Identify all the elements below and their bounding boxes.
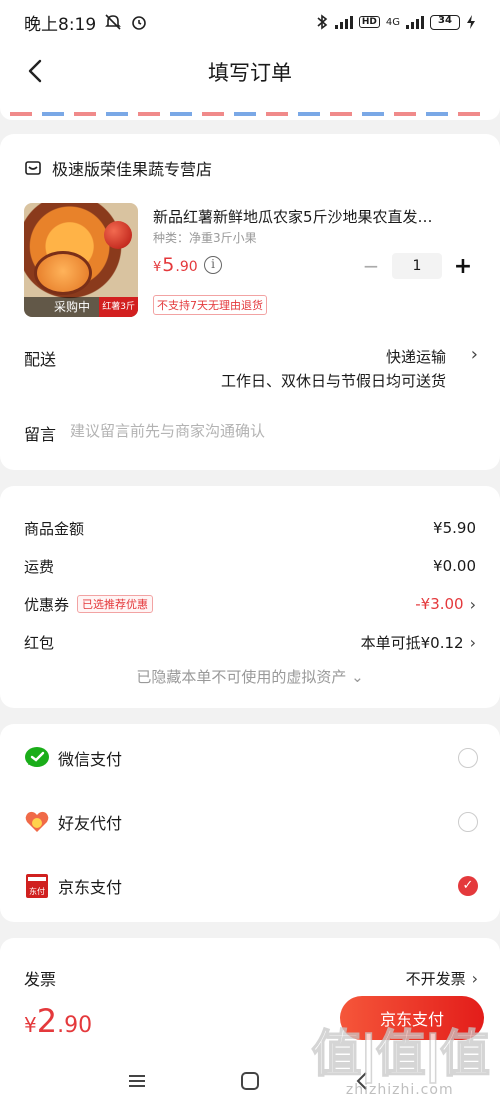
radio-wechat[interactable] [458, 748, 478, 768]
network-type: 4G [385, 16, 400, 28]
payment-card: 微信支付 好友代付 东付 京东支付 ✓ [0, 724, 500, 922]
price-info-icon[interactable]: i [204, 256, 222, 274]
increase-button[interactable]: + [448, 254, 478, 279]
alarm-icon [132, 16, 146, 30]
total-integer: 2 [36, 1002, 58, 1040]
battery-icon: 34 [430, 14, 460, 30]
hd-icon: HD [358, 16, 380, 28]
jd-pay-logo-text: 东付 [29, 887, 45, 896]
payment-label-wechat: 微信支付 [58, 750, 123, 769]
payment-option-friend[interactable]: 好友代付 [24, 802, 478, 842]
friend-pay-icon [24, 809, 50, 835]
price-symbol: ¥ [153, 260, 162, 275]
red-packet-label: 红包 [24, 633, 55, 652]
product-name[interactable]: 新品红薯新鲜地瓜农家5斤沙地果农直发… [153, 206, 471, 227]
shop-header[interactable]: 极速版荣佳果蔬专营店 [24, 156, 212, 180]
back-arrow-icon[interactable] [22, 56, 52, 86]
wechat-pay-icon [24, 745, 50, 771]
watermark: 值|值|值 zhizhizhi.com [311, 1025, 491, 1098]
image-price-tag: 红薯3斤 [99, 297, 138, 317]
payment-option-wechat[interactable]: 微信支付 [24, 738, 478, 778]
return-policy-badge: 不支持7天无理由退货 [153, 295, 267, 315]
red-packet-chevron-icon[interactable]: › [470, 633, 476, 652]
hidden-assets-toggle[interactable]: 已隐藏本单不可使用的虚拟资产 ⌄ [0, 666, 500, 687]
quantity-stepper: − 1 + [356, 253, 478, 279]
goods-amount-value: ¥5.90 [433, 519, 476, 537]
purchasing-tag: 采购中 [54, 300, 91, 314]
shipping-value: ¥0.00 [433, 557, 476, 575]
battery-level: 34 [438, 14, 452, 26]
goods-amount-label: 商品金额 [24, 519, 85, 538]
red-packet-row[interactable]: 红包 本单可抵¥0.12 › [24, 630, 476, 654]
status-time: 晚上8:19 [24, 14, 97, 35]
amount-card: 商品金额 ¥5.90 运费 ¥0.00 优惠券 已选推荐优惠 -¥3.00 › … [0, 486, 500, 708]
shipping-row: 运费 ¥0.00 [24, 554, 476, 578]
invoice-value: 不开发票 [405, 969, 466, 988]
total-symbol: ¥ [24, 1013, 37, 1037]
delivery-note: 工作日、双休日与节假日均可送货 [220, 372, 446, 390]
coupon-label: 优惠券 [24, 595, 70, 614]
payment-label-friend: 好友代付 [58, 814, 123, 833]
shipping-label: 运费 [24, 557, 55, 576]
coupon-row[interactable]: 优惠券 已选推荐优惠 -¥3.00 › [24, 592, 476, 616]
coupon-value: -¥3.00 [415, 595, 464, 613]
red-packet-value: 本单可抵¥0.12 [360, 633, 464, 652]
watermark-url: zhizhizhi.com [345, 1082, 454, 1098]
payment-label-jd: 京东支付 [58, 878, 123, 897]
total-price: ¥ 2 .90 [24, 1002, 92, 1040]
radio-friend[interactable] [458, 812, 478, 832]
radio-jd-checked[interactable]: ✓ [458, 876, 478, 896]
status-bar: 晚上8:19 HD 4G 34 [0, 0, 500, 44]
product-image[interactable]: 采购中 红薯3斤 [24, 203, 138, 317]
page-title: 填写订单 [208, 61, 292, 85]
watermark-logo: 值|值|值 [311, 1025, 491, 1083]
sweet-potato-graphic [34, 251, 92, 295]
remark-label: 留言 [24, 425, 57, 444]
signal-icon [334, 15, 353, 29]
invoice-label: 发票 [24, 970, 57, 989]
home-icon[interactable] [239, 1070, 261, 1092]
decrease-button[interactable]: − [356, 254, 386, 278]
charging-icon [467, 15, 475, 29]
shop-name: 极速版荣佳果蔬专营店 [52, 160, 213, 179]
signal-icon-2 [406, 15, 424, 29]
shop-card: 极速版荣佳果蔬专营店 采购中 红薯3斤 新品红薯新鲜地瓜农家5斤沙地果农直发… … [0, 134, 500, 470]
mute-icon [105, 14, 122, 30]
tomato-graphic [104, 221, 132, 249]
total-decimal: .90 [57, 1013, 93, 1038]
delivery-chevron-icon[interactable]: › [471, 344, 478, 365]
payment-option-jd[interactable]: 东付 京东支付 ✓ [24, 866, 478, 906]
shop-icon [25, 161, 41, 175]
goods-amount-row: 商品金额 ¥5.90 [24, 516, 476, 540]
product-spec[interactable]: 种类：净重3斤小果 [153, 229, 257, 246]
address-card[interactable] [0, 100, 500, 120]
invoice-chevron-icon[interactable]: › [472, 969, 478, 988]
jd-pay-icon: 东付 [24, 873, 50, 899]
address-stripe [10, 112, 490, 116]
bluetooth-icon [317, 14, 328, 30]
product-image-tag: 采购中 红薯3斤 [24, 297, 138, 317]
delivery-method[interactable]: 快递运输 [386, 346, 446, 367]
product-price: ¥ 5 .90 [153, 254, 198, 276]
nav-bar: 填写订单 [0, 44, 500, 100]
coupon-badge: 已选推荐优惠 [77, 595, 154, 613]
invoice-row[interactable]: 发票 不开发票 › [24, 966, 478, 990]
price-integer: 5 [162, 254, 175, 276]
price-decimal: .90 [175, 259, 198, 275]
quantity-value[interactable]: 1 [392, 253, 442, 279]
menu-icon[interactable] [126, 1070, 148, 1092]
delivery-label: 配送 [24, 350, 57, 369]
remark-input[interactable] [70, 419, 450, 443]
coupon-chevron-icon[interactable]: › [470, 595, 476, 614]
